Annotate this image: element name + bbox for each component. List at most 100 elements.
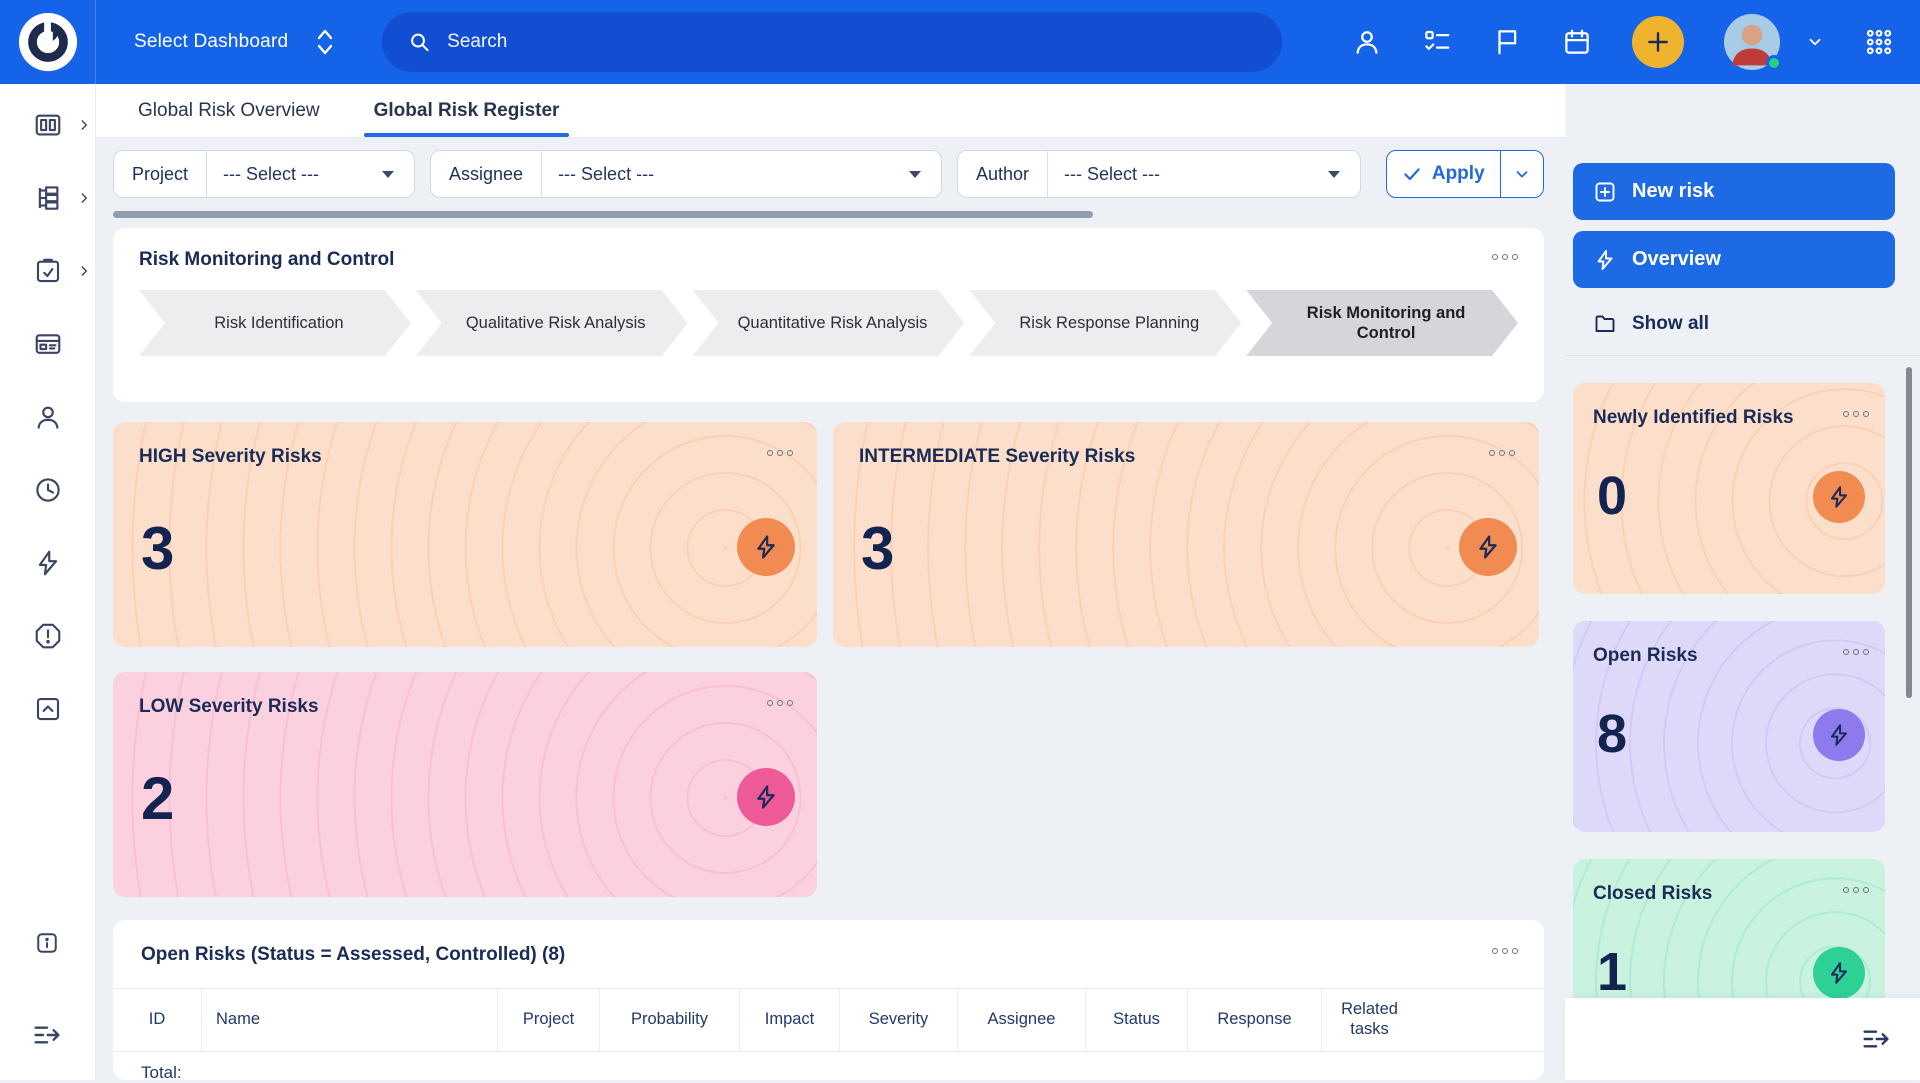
global-search[interactable] [382,12,1282,72]
tab-global-risk-register[interactable]: Global Risk Register [370,84,564,137]
show-all-label: Show all [1632,313,1709,335]
user-avatar[interactable] [1724,14,1780,70]
column-header-probability[interactable]: Probability [599,989,739,1051]
column-header-related-tasks[interactable]: Related tasks [1321,989,1417,1051]
stat-count: 1 [1597,941,1627,1003]
card-menu-button[interactable] [1843,649,1869,655]
apply-options-chevron[interactable] [1501,151,1543,197]
open-risks-table-card: Open Risks (Status = Assessed, Controlle… [113,920,1544,1080]
info-button[interactable] [33,929,61,962]
new-risk-button[interactable]: New risk [1573,163,1895,220]
lightning-badge [1813,947,1865,999]
stat-card-open-risks[interactable]: Open Risks 8 [1573,621,1885,832]
sidebar-item-time[interactable] [0,475,96,505]
card-low-severity-risks[interactable]: LOW Severity Risks 2 [113,672,817,897]
dashboard-selector-toggle-icon[interactable] [314,27,336,57]
risk-process-steps: Risk IdentificationQualitative Risk Anal… [139,290,1518,356]
process-step-risk-identification[interactable]: Risk Identification [139,290,411,356]
tasks-checklist-icon[interactable] [1422,27,1452,57]
dashboard-selector-label[interactable]: Select Dashboard [134,31,288,53]
overview-label: Overview [1632,248,1721,271]
table-header-row: IDNameProjectProbabilityImpactSeverityAs… [113,988,1544,1052]
column-header-name[interactable]: Name [201,989,497,1051]
sidebar-item-people[interactable] [0,402,96,432]
filter-select[interactable]: --- Select --- [542,151,941,197]
column-header-id[interactable]: ID [113,989,201,1051]
column-header-severity[interactable]: Severity [839,989,957,1051]
card-intermediate-severity-risks[interactable]: INTERMEDIATE Severity Risks 3 [833,422,1539,647]
apps-grid-icon[interactable] [1864,27,1894,57]
overview-button[interactable]: Overview [1573,231,1895,288]
dashboard-icon [33,110,63,140]
lightning-icon [1826,960,1852,986]
sidebar-item-issues[interactable] [0,621,96,651]
plus-icon [1645,29,1671,55]
vertical-scrollbar-thumb[interactable] [1906,367,1912,698]
card-menu-button[interactable] [767,700,793,706]
left-sidebar [0,84,96,1080]
expand-right-icon[interactable] [1860,1023,1892,1055]
stat-card-title: Closed Risks [1593,883,1865,905]
lightning-icon [1826,484,1852,510]
process-step-risk-monitoring-and-control[interactable]: Risk Monitoring and Control [1246,290,1518,356]
column-header-project[interactable]: Project [497,989,599,1051]
process-step-quantitative-risk-analysis[interactable]: Quantitative Risk Analysis [693,290,965,356]
column-header-assignee[interactable]: Assignee [957,989,1085,1051]
filter-select[interactable]: --- Select --- [1048,151,1360,197]
search-input[interactable] [447,31,1256,53]
process-step-risk-response-planning[interactable]: Risk Response Planning [969,290,1241,356]
stat-count: 0 [1597,465,1627,527]
severity-card-title: HIGH Severity Risks [139,446,791,468]
card-menu-button[interactable] [1492,254,1518,260]
browser-card-icon [33,329,63,359]
sidebar-item-risks[interactable] [0,548,96,578]
lightning-icon [1474,533,1502,561]
sidebar-item-dashboards[interactable] [0,110,96,140]
lightning-badge [1459,518,1517,576]
filter-group-project: Project --- Select --- [113,150,415,198]
stat-card-newly-identified-risks[interactable]: Newly Identified Risks 0 [1573,383,1885,594]
card-menu-button[interactable] [1492,948,1518,954]
filter-selected-value: --- Select --- [1064,164,1318,185]
stat-card-title: Open Risks [1593,645,1865,667]
account-menu-chevron-icon[interactable] [1806,33,1824,51]
card-menu-button[interactable] [767,450,793,456]
severity-card-title: INTERMEDIATE Severity Risks [859,446,1513,468]
apply-button[interactable]: Apply [1387,151,1500,197]
logo-icon [17,11,79,73]
column-header-response[interactable]: Response [1187,989,1321,1051]
dropdown-arrow-icon [909,171,921,178]
sidebar-item-structure[interactable] [0,183,96,213]
calendar-icon[interactable] [1562,27,1592,57]
card-high-severity-risks[interactable]: HIGH Severity Risks 3 [113,422,817,647]
column-header-impact[interactable]: Impact [739,989,839,1051]
card-menu-button[interactable] [1489,450,1515,456]
filter-select[interactable]: --- Select --- [207,151,414,197]
app-logo[interactable] [0,0,96,84]
info-icon [33,929,61,957]
apply-button-label: Apply [1432,163,1485,185]
process-step-qualitative-risk-analysis[interactable]: Qualitative Risk Analysis [416,290,688,356]
sidebar-collapse-button[interactable] [31,1019,63,1056]
card-menu-button[interactable] [1843,887,1869,893]
filter-label: Author [958,151,1048,197]
sidebar-item-boards[interactable] [0,329,96,359]
check-icon [1402,164,1422,184]
main-column: Global Risk Overview Global Risk Register… [96,84,1565,1080]
dashboard-tabbar: Global Risk Overview Global Risk Register [96,84,1565,138]
sidebar-item-releases[interactable] [0,694,96,724]
filter-row: Project --- Select --- Assignee --- Sele… [113,150,1544,198]
show-all-button[interactable]: Show all [1573,301,1895,347]
dropdown-arrow-icon [382,171,394,178]
dropdown-arrow-icon [1328,171,1340,178]
filter-group-assignee: Assignee --- Select --- [430,150,942,198]
horizontal-scrollbar-thumb[interactable] [113,211,1093,218]
apply-filter-split-button: Apply [1386,150,1544,198]
column-header-status[interactable]: Status [1085,989,1187,1051]
flag-icon[interactable] [1492,27,1522,57]
card-menu-button[interactable] [1843,411,1869,417]
add-new-button[interactable] [1632,16,1684,68]
tab-global-risk-overview[interactable]: Global Risk Overview [134,84,324,137]
sidebar-item-projects[interactable] [0,256,96,286]
people-icon[interactable] [1352,27,1382,57]
